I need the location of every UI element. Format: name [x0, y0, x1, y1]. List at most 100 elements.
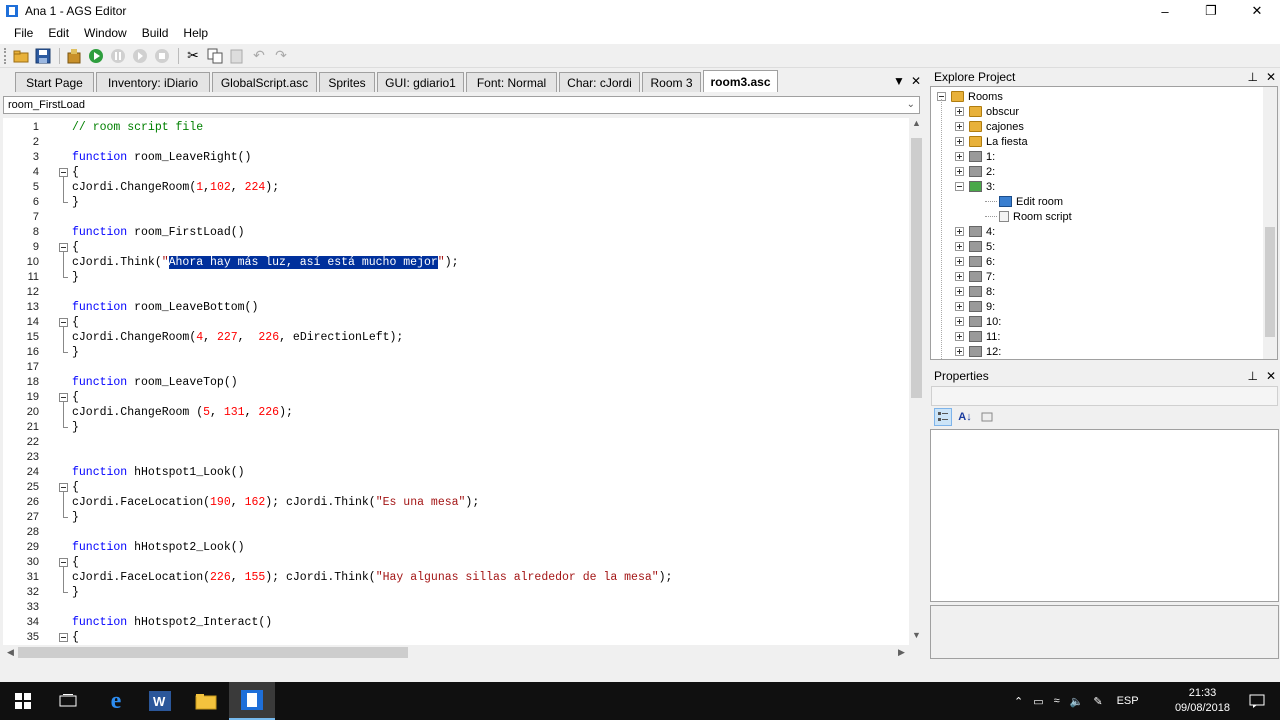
- tree-item[interactable]: 4:: [955, 224, 995, 239]
- code-line[interactable]: 30 {: [3, 555, 909, 570]
- save-icon[interactable]: [33, 46, 53, 66]
- tab-gui-gdiario1[interactable]: GUI: gdiario1: [377, 72, 464, 92]
- tab-room3-asc[interactable]: room3.asc: [703, 70, 778, 92]
- code-line[interactable]: 11}: [3, 252, 909, 285]
- code-line[interactable]: 6}: [3, 177, 909, 210]
- expand-icon[interactable]: [955, 137, 964, 146]
- tab-list-dropdown-icon[interactable]: ▼: [893, 74, 905, 88]
- menu-edit[interactable]: Edit: [41, 26, 76, 40]
- code-line[interactable]: 23: [3, 450, 909, 465]
- word-icon[interactable]: W: [137, 682, 183, 720]
- project-tree[interactable]: Rooms obscur cajones La fiesta 1: 2: 3: Edit ro…: [930, 86, 1278, 360]
- toolbar-grip[interactable]: [4, 47, 8, 64]
- tree-item[interactable]: 5:: [955, 239, 995, 254]
- tree-scrollbar[interactable]: [1263, 87, 1277, 359]
- tree-item[interactable]: 2:: [955, 164, 995, 179]
- code-line[interactable]: 24 function hHotspot1_Look(): [3, 465, 909, 480]
- expand-icon[interactable]: [955, 167, 964, 176]
- tree-item[interactable]: 6:: [955, 254, 995, 269]
- paste-icon[interactable]: [227, 46, 247, 66]
- redo-icon[interactable]: ↷: [271, 46, 291, 66]
- categorized-icon[interactable]: [934, 408, 952, 426]
- tree-item[interactable]: 12:: [955, 344, 1001, 359]
- ags-editor-taskbar-icon[interactable]: [229, 682, 275, 720]
- menu-build[interactable]: Build: [135, 26, 176, 40]
- fold-toggle-icon[interactable]: [59, 243, 68, 252]
- clock[interactable]: 21:33 09/08/2018: [1175, 686, 1230, 716]
- code-line[interactable]: 16}: [3, 327, 909, 360]
- tab-globalscript[interactable]: GlobalScript.asc: [212, 72, 317, 92]
- code-line[interactable]: 34 function hHotspot2_Interact(): [3, 615, 909, 630]
- expand-icon[interactable]: [955, 317, 964, 326]
- code-line[interactable]: 18 function room_LeaveTop(): [3, 375, 909, 390]
- tree-item[interactable]: 8:: [955, 284, 995, 299]
- expand-icon[interactable]: [955, 272, 964, 281]
- code-line[interactable]: 5 cJordi.ChangeRoom(1,102, 224);: [3, 180, 909, 195]
- chevron-down-icon[interactable]: ⌄: [907, 97, 915, 113]
- code-line[interactable]: 26 cJordi.FaceLocation(190, 162); cJordi.…: [3, 495, 909, 510]
- edge-browser-icon[interactable]: e: [93, 682, 139, 720]
- language-indicator[interactable]: ESP: [1117, 695, 1139, 707]
- build-icon[interactable]: [64, 46, 84, 66]
- tab-char-cjordi[interactable]: Char: cJordi: [559, 72, 640, 92]
- tree-item[interactable]: 10:: [955, 314, 1001, 329]
- code-line[interactable]: 31 cJordi.FaceLocation(226, 155); cJordi.…: [3, 570, 909, 585]
- code-editor[interactable]: 1// room script file 2 3 function room_Leav…: [3, 118, 909, 645]
- fold-toggle-icon[interactable]: [59, 483, 68, 492]
- restore-button[interactable]: ❐: [1188, 0, 1234, 22]
- code-line[interactable]: 17: [3, 360, 909, 375]
- battery-icon[interactable]: ▭: [1033, 695, 1043, 708]
- function-selector[interactable]: room_FirstLoad ⌄: [3, 96, 920, 114]
- tree-item[interactable]: 1:: [955, 149, 995, 164]
- tab-room-3[interactable]: Room 3: [642, 72, 701, 92]
- action-center-icon[interactable]: [1234, 682, 1280, 720]
- properties-grid[interactable]: [930, 429, 1279, 602]
- code-line[interactable]: 33: [3, 600, 909, 615]
- code-line[interactable]: 14 {: [3, 315, 909, 330]
- expand-icon[interactable]: [955, 347, 964, 356]
- fold-toggle-icon[interactable]: [59, 168, 68, 177]
- open-project-icon[interactable]: [11, 46, 31, 66]
- cut-icon[interactable]: ✂: [183, 46, 203, 66]
- code-line[interactable]: 3 function room_LeaveRight(): [3, 150, 909, 165]
- tree-item[interactable]: obscur: [955, 104, 1019, 119]
- undo-icon[interactable]: ↶: [249, 46, 269, 66]
- tree-item[interactable]: 11:: [955, 329, 1000, 344]
- tree-item[interactable]: 7:: [955, 269, 995, 284]
- code-line[interactable]: 1 // room script file: [3, 120, 909, 135]
- editor-vertical-scrollbar[interactable]: ▲ ▼: [909, 118, 924, 645]
- code-line[interactable]: 4{: [3, 165, 909, 180]
- expand-icon[interactable]: [955, 242, 964, 251]
- scroll-right-icon[interactable]: ▶: [894, 645, 909, 660]
- pin-icon[interactable]: ⊥: [1247, 367, 1257, 385]
- close-panel-icon[interactable]: ✕: [1266, 68, 1276, 86]
- menu-window[interactable]: Window: [77, 26, 134, 40]
- code-line[interactable]: 25 {: [3, 480, 909, 495]
- code-line[interactable]: 27}: [3, 492, 909, 525]
- code-line[interactable]: 7: [3, 210, 909, 225]
- tree-item[interactable]: 3:: [955, 179, 995, 194]
- collapse-icon[interactable]: [955, 182, 964, 191]
- tree-item[interactable]: Room script: [985, 209, 1072, 224]
- stop-icon[interactable]: [152, 46, 172, 66]
- expand-icon[interactable]: [955, 332, 964, 341]
- scroll-down-icon[interactable]: ▼: [909, 630, 924, 645]
- close-panel-icon[interactable]: ✕: [1266, 367, 1276, 385]
- fold-toggle-icon[interactable]: [59, 558, 68, 567]
- volume-icon[interactable]: 🔈: [1070, 695, 1084, 708]
- property-pages-icon[interactable]: [978, 408, 996, 426]
- copy-icon[interactable]: [205, 46, 225, 66]
- scroll-up-icon[interactable]: ▲: [909, 118, 924, 133]
- task-view-icon[interactable]: [45, 682, 91, 720]
- menu-help[interactable]: Help: [176, 26, 215, 40]
- close-tab-icon[interactable]: ✕: [911, 74, 921, 88]
- alphabetical-icon[interactable]: A↓: [956, 408, 974, 426]
- tree-item[interactable]: La fiesta: [955, 134, 1028, 149]
- tree-item[interactable]: cajones: [955, 119, 1024, 134]
- step-icon[interactable]: [130, 46, 150, 66]
- code-line[interactable]: 2: [3, 135, 909, 150]
- expand-icon[interactable]: [955, 257, 964, 266]
- editor-horizontal-scrollbar[interactable]: ◀ ▶: [3, 645, 909, 660]
- code-line[interactable]: 9{: [3, 240, 909, 255]
- properties-object-selector[interactable]: [931, 386, 1278, 406]
